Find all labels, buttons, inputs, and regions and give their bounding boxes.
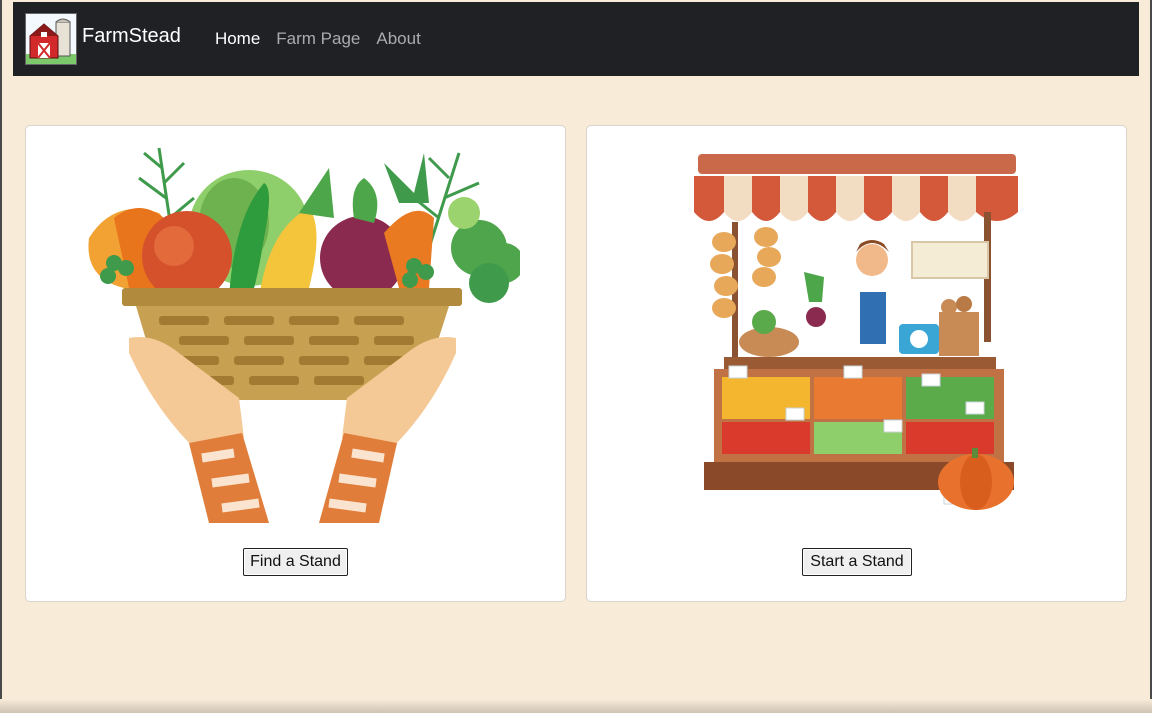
nav-links: Home Farm Page About — [215, 29, 437, 49]
window-bottom-edge — [0, 699, 1152, 713]
brand-link[interactable]: FarmStead — [25, 13, 181, 65]
market-stand-illustration — [694, 154, 1018, 510]
nav-farm-page-link[interactable]: Farm Page — [276, 29, 360, 49]
nav-home-link[interactable]: Home — [215, 29, 260, 49]
vegetable-basket-illustration — [88, 147, 520, 523]
nav-about-link[interactable]: About — [376, 29, 420, 49]
start-stand-card: Start a Stand — [586, 125, 1127, 602]
start-a-stand-button[interactable]: Start a Stand — [802, 548, 912, 576]
barn-logo-icon — [25, 13, 77, 65]
brand-name: FarmStead — [82, 24, 181, 47]
find-a-stand-button[interactable]: Find a Stand — [243, 548, 348, 576]
navbar: FarmStead Home Farm Page About — [13, 2, 1139, 76]
window-edge-left — [0, 0, 2, 713]
find-stand-card: Find a Stand — [25, 125, 566, 602]
